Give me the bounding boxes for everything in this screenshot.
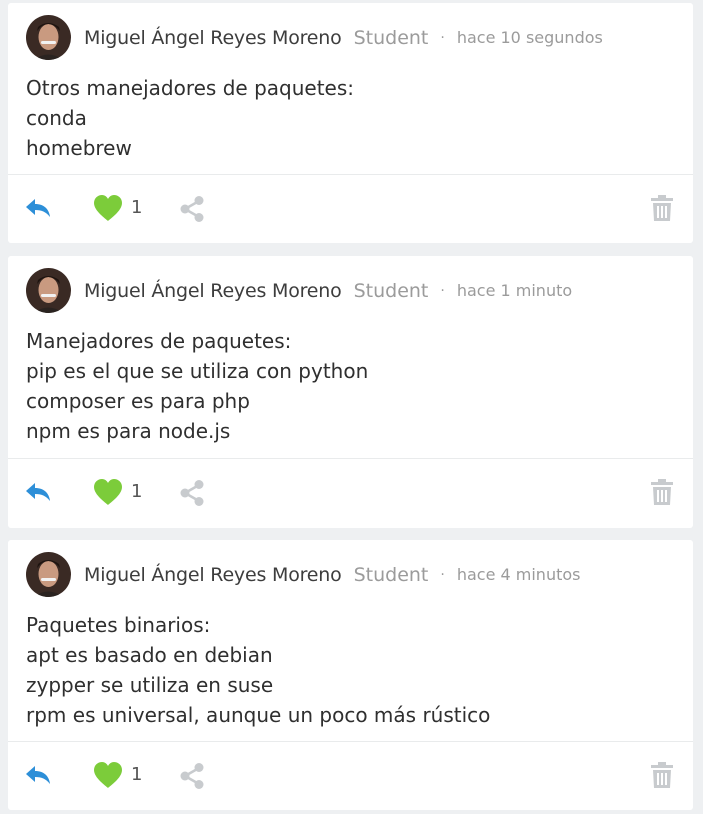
avatar[interactable] <box>26 15 71 60</box>
comment-line: conda <box>26 106 87 130</box>
author-role: Student <box>353 279 429 302</box>
timestamp: hace 1 minuto <box>456 281 573 300</box>
reply-arrow-icon[interactable] <box>24 195 52 221</box>
like-count: 1 <box>131 197 143 218</box>
comment-body: Otros manejadores de paquetes: conda hom… <box>26 73 354 163</box>
reply-arrow-icon[interactable] <box>24 762 52 788</box>
trash-icon[interactable] <box>651 195 673 221</box>
comment-line: apt es basado en debian <box>26 643 273 667</box>
comment-card: Miguel Ángel Reyes Moreno Student · hace… <box>8 3 693 243</box>
comment-card: Miguel Ángel Reyes Moreno Student · hace… <box>8 540 693 810</box>
comment-actions: 1 <box>8 175 693 243</box>
comment-line: zypper se utiliza en suse <box>26 673 274 697</box>
comment-line: homebrew <box>26 136 132 160</box>
share-icon[interactable] <box>178 762 206 790</box>
reply-arrow-icon[interactable] <box>24 479 52 505</box>
trash-icon[interactable] <box>651 762 673 788</box>
comment-actions: 1 <box>8 742 693 810</box>
trash-icon[interactable] <box>651 479 673 505</box>
comment-body: Paquetes binarios: apt es basado en debi… <box>26 610 490 730</box>
avatar[interactable] <box>26 268 71 313</box>
heart-icon[interactable] <box>93 761 123 789</box>
like-count: 1 <box>131 764 143 785</box>
comment-line: rpm es universal, aunque un poco más rús… <box>26 703 491 727</box>
comment-line: Manejadores de paquetes: <box>26 329 292 353</box>
comment-line: Paquetes binarios: <box>26 613 211 637</box>
meta-separator: · <box>440 282 445 299</box>
comment-line: npm es para node.js <box>26 419 231 443</box>
author-role: Student <box>353 563 429 586</box>
like-count: 1 <box>131 481 143 502</box>
timestamp: hace 10 segundos <box>456 28 603 47</box>
comment-line: pip es el que se utiliza con python <box>26 359 369 383</box>
meta-separator: · <box>440 29 445 46</box>
share-icon[interactable] <box>178 479 206 507</box>
comment-line: composer es para php <box>26 389 250 413</box>
heart-icon[interactable] <box>93 194 123 222</box>
comment-feed: Miguel Ángel Reyes Moreno Student · hace… <box>0 0 703 814</box>
comment-actions: 1 <box>8 459 693 527</box>
author-name[interactable]: Miguel Ángel Reyes Moreno <box>84 27 342 49</box>
comment-header: Miguel Ángel Reyes Moreno Student · hace… <box>26 552 580 597</box>
comment-body: Manejadores de paquetes: pip es el que s… <box>26 326 368 446</box>
author-role: Student <box>353 26 429 49</box>
comment-card: Miguel Ángel Reyes Moreno Student · hace… <box>8 256 693 528</box>
comment-line: Otros manejadores de paquetes: <box>26 76 354 100</box>
comment-header: Miguel Ángel Reyes Moreno Student · hace… <box>26 268 572 313</box>
heart-icon[interactable] <box>93 478 123 506</box>
avatar[interactable] <box>26 552 71 597</box>
author-name[interactable]: Miguel Ángel Reyes Moreno <box>84 564 342 586</box>
timestamp: hace 4 minutos <box>456 565 581 584</box>
comment-header: Miguel Ángel Reyes Moreno Student · hace… <box>26 15 603 60</box>
share-icon[interactable] <box>178 195 206 223</box>
meta-separator: · <box>440 566 445 583</box>
author-name[interactable]: Miguel Ángel Reyes Moreno <box>84 280 342 302</box>
